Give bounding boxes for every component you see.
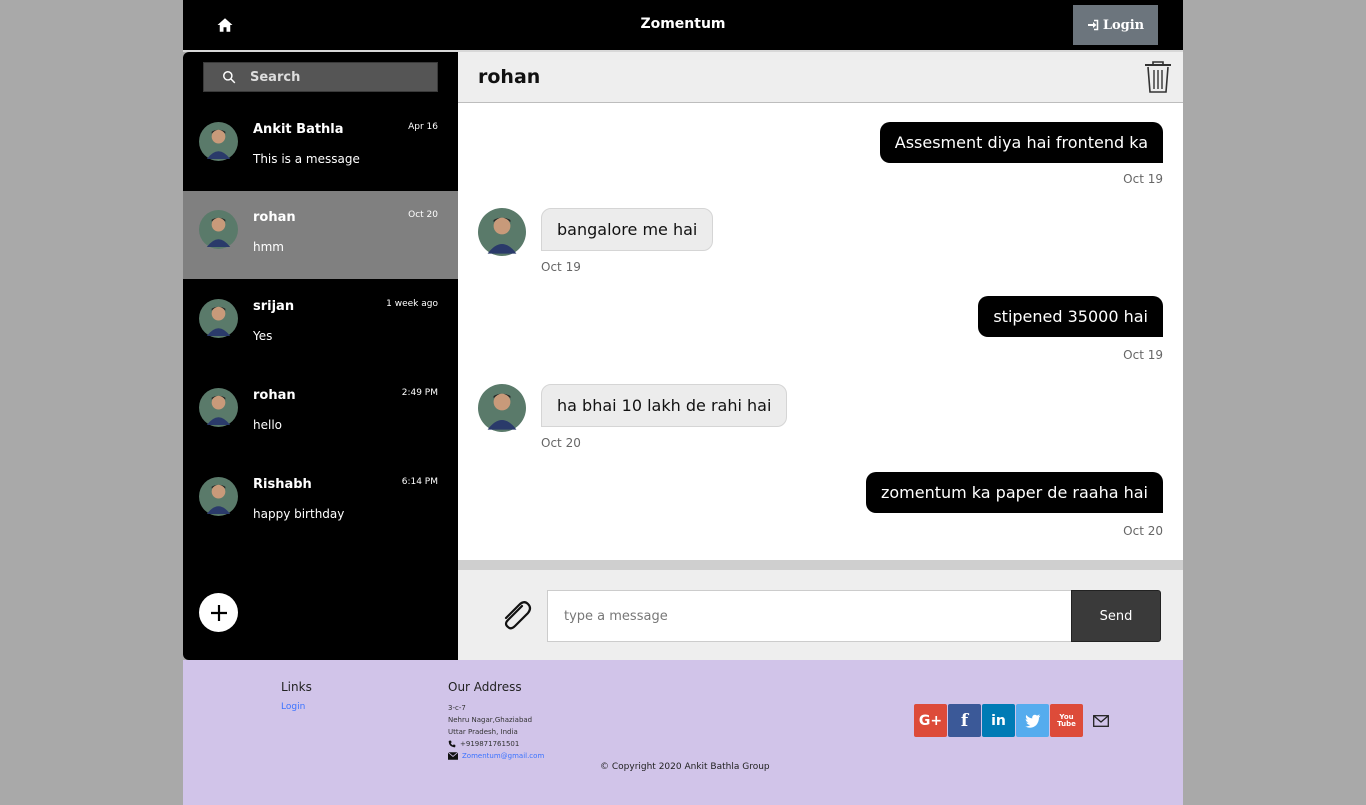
outgoing-message: zomentum ka paper de raaha hai <box>865 472 1163 513</box>
conversation-item[interactable]: Ankit Bathla Apr 16 This is a message <box>183 103 458 191</box>
chat-panel: rohan Assesment diya hai frontend ka Oct… <box>458 52 1183 660</box>
phone-line: +919871761501 <box>448 738 544 750</box>
sign-in-icon <box>1087 19 1099 31</box>
navbar: Zomentum Login <box>183 0 1183 50</box>
footer-login-link[interactable]: Login <box>281 702 305 712</box>
conversation-item[interactable]: rohan 2:49 PM hello <box>183 369 458 457</box>
twitter-icon[interactable] <box>1016 704 1049 737</box>
conversation-preview: hello <box>253 418 282 432</box>
copyright-text: © Copyright 2020 Ankit Bathla Group <box>600 762 770 772</box>
conversation-name: srijan <box>253 299 295 314</box>
conversation-sidebar: Ankit Bathla Apr 16 This is a message ro… <box>183 52 458 660</box>
conversation-name: rohan <box>253 388 296 403</box>
envelope-outline-icon[interactable] <box>1093 715 1109 727</box>
links-heading: Links <box>281 680 312 694</box>
phone-number: +919871761501 <box>460 740 520 748</box>
trash-icon[interactable] <box>1143 60 1173 94</box>
conversation-time: 1 week ago <box>386 299 438 309</box>
message-date: Oct 20 <box>1123 524 1163 538</box>
address-line: Uttar Pradesh, India <box>448 728 518 736</box>
conversation-time: Apr 16 <box>408 122 438 132</box>
message-date: Oct 19 <box>541 260 581 274</box>
avatar <box>478 208 526 256</box>
address-line: 3-c-7 <box>448 704 466 712</box>
conversation-item[interactable]: srijan 1 week ago Yes <box>183 280 458 368</box>
login-label: Login <box>1102 17 1145 33</box>
email-link[interactable]: Zomentum@gmail.com <box>462 750 544 762</box>
conversation-time: 6:14 PM <box>401 477 438 487</box>
message-input[interactable] <box>547 590 1072 642</box>
avatar <box>199 299 238 338</box>
message-date: Oct 19 <box>1123 348 1163 362</box>
login-button[interactable]: Login <box>1073 5 1158 45</box>
address-heading: Our Address <box>448 680 522 694</box>
conversation-name: Ankit Bathla <box>253 122 344 137</box>
envelope-icon <box>448 752 458 760</box>
linkedin-icon[interactable]: in <box>982 704 1015 737</box>
search-icon <box>223 71 236 84</box>
send-button[interactable]: Send <box>1071 590 1161 642</box>
conversation-name: Rishabh <box>253 477 312 492</box>
google-plus-icon[interactable]: G+ <box>914 704 947 737</box>
avatar <box>199 388 238 427</box>
avatar <box>199 122 238 161</box>
address-line: Nehru Nagar,Ghaziabad <box>448 716 533 724</box>
conversation-preview: Yes <box>253 329 273 343</box>
phone-icon <box>448 740 456 748</box>
conversation-preview: happy birthday <box>253 507 345 521</box>
app: Zomentum Login Ankit Bathla Apr 16 This … <box>183 0 1183 805</box>
footer: Links Login Our Address 3-c-7 Nehru Naga… <box>183 660 1183 805</box>
conversation-item-active[interactable]: rohan Oct 20 hmm <box>183 191 458 279</box>
incoming-message: bangalore me hai <box>541 208 714 251</box>
outgoing-message: stipened 35000 hai <box>978 296 1163 337</box>
plus-icon <box>210 604 227 621</box>
conversation-preview: This is a message <box>253 152 360 166</box>
email-line: Zomentum@gmail.com <box>448 750 544 762</box>
paperclip-icon[interactable] <box>498 598 534 634</box>
address-block: 3-c-7 Nehru Nagar,Ghaziabad Uttar Prades… <box>448 702 544 762</box>
chat-title: rohan <box>478 66 541 88</box>
avatar <box>199 477 238 516</box>
search-box[interactable] <box>203 62 438 92</box>
avatar <box>478 384 526 432</box>
chat-header: rohan <box>458 52 1183 103</box>
conversation-item[interactable]: Rishabh 6:14 PM happy birthday <box>183 458 458 546</box>
message-composer: Send <box>458 570 1183 660</box>
composer-divider <box>458 560 1183 570</box>
message-date: Oct 20 <box>541 436 581 450</box>
incoming-message: ha bhai 10 lakh de rahi hai <box>541 384 788 427</box>
social-links: G+ f in You Tube <box>914 704 1083 737</box>
outgoing-message: Assesment diya hai frontend ka <box>879 122 1163 163</box>
conversation-time: Oct 20 <box>408 210 438 220</box>
conversation-time: 2:49 PM <box>401 388 438 398</box>
avatar <box>199 210 238 249</box>
new-conversation-button[interactable] <box>199 593 238 632</box>
youtube-icon[interactable]: You Tube <box>1050 704 1083 737</box>
message-date: Oct 19 <box>1123 172 1163 186</box>
conversation-preview: hmm <box>253 240 284 254</box>
search-input[interactable] <box>250 69 430 85</box>
twitter-bird <box>1024 713 1040 728</box>
brand-title: Zomentum <box>640 16 726 32</box>
conversation-name: rohan <box>253 210 296 225</box>
facebook-icon[interactable]: f <box>948 704 981 737</box>
